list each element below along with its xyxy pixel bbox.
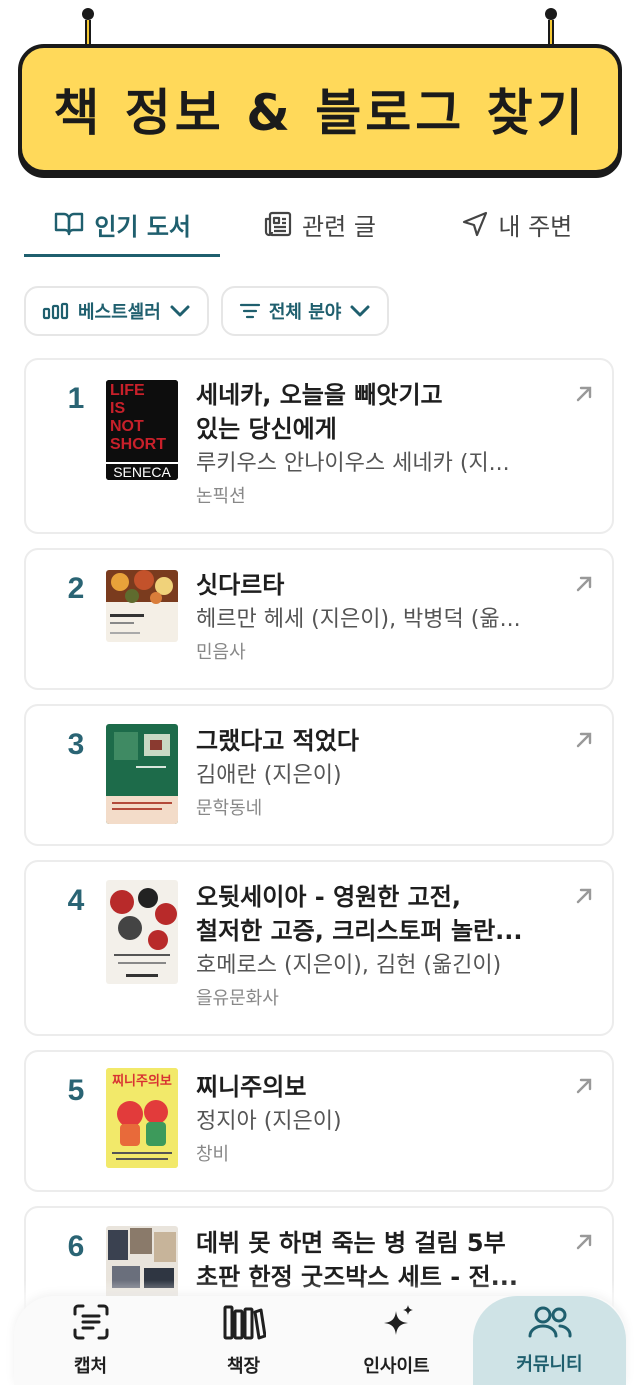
book-author: 호메로스 (지은이), 김헌 (옮긴이) — [196, 953, 502, 978]
cover-text: 찌니주의보 — [112, 1074, 172, 1089]
arrow-up-right-icon[interactable] — [574, 1076, 594, 1100]
book-rank: 1 — [67, 382, 85, 415]
cover-text: IS — [110, 400, 126, 417]
book-title: 오뒷세이아 - 영원한 고전, 철저한 고증, 크리스토퍼 놀란... — [196, 883, 523, 945]
bottom-nav: 캡처 책장 인사이트 커뮤니티 — [14, 1296, 626, 1385]
book-cover — [106, 570, 178, 642]
book-card[interactable]: 1 LIFE IS NOT SHORT SENECA 세네카, 오늘을 빼앗기고… — [24, 358, 614, 534]
nav-label: 커뮤니티 — [516, 1354, 583, 1375]
book-list: 1 LIFE IS NOT SHORT SENECA 세네카, 오늘을 빼앗기고… — [24, 358, 614, 1370]
header-sign: 책 정보 & 블로그 찾기 — [18, 8, 622, 176]
chevron-down-icon — [169, 304, 191, 318]
arrow-up-right-icon[interactable] — [574, 886, 594, 910]
book-rank: 6 — [67, 1230, 85, 1263]
book-open-icon — [54, 211, 84, 237]
book-cover — [106, 724, 178, 824]
category-label: 전체 분야 — [268, 302, 342, 323]
nav-bookshelf[interactable]: 책장 — [167, 1296, 320, 1385]
cover-text: SHORT — [110, 436, 166, 453]
nav-capture[interactable]: 캡처 — [14, 1296, 167, 1385]
book-title: 세네카, 오늘을 빼앗기고 있는 당신에게 — [196, 381, 443, 443]
book-author: 김애란 (지은이) — [196, 763, 342, 788]
users-icon — [528, 1305, 572, 1344]
nav-insight[interactable]: 인사이트 — [320, 1296, 473, 1385]
arrow-up-right-icon[interactable] — [574, 1232, 594, 1256]
sort-label: 베스트셀러 — [78, 302, 161, 323]
bar-chart-icon — [42, 302, 70, 320]
nav-label: 캡처 — [73, 1356, 108, 1377]
book-cover: 찌니주의보 — [106, 1068, 178, 1168]
tab-related-posts[interactable]: 관련 글 — [221, 190, 418, 258]
book-card[interactable]: 5 찌니주의보 찌니주의보 정지아 (지은이) 창비 — [24, 1050, 614, 1192]
book-publisher: 창비 — [196, 1144, 230, 1165]
category-dropdown[interactable]: 전체 분야 — [220, 286, 390, 336]
navigation-icon — [462, 211, 488, 237]
filter-icon — [239, 302, 261, 320]
active-tab-indicator — [24, 254, 220, 257]
arrow-up-right-icon[interactable] — [574, 574, 594, 598]
bookshelf-icon — [222, 1303, 266, 1346]
cover-text: SENECA — [106, 462, 178, 480]
page-title: 책 정보 & 블로그 찾기 — [53, 84, 587, 142]
tab-bar: 인기 도서 관련 글 내 주변 — [24, 190, 616, 258]
title-banner: 책 정보 & 블로그 찾기 — [18, 44, 622, 174]
arrow-up-right-icon[interactable] — [574, 730, 594, 754]
book-cover: LIFE IS NOT SHORT SENECA — [106, 380, 178, 480]
book-rank: 3 — [67, 728, 85, 761]
nav-community[interactable]: 커뮤니티 — [473, 1296, 626, 1385]
book-author: 헤르만 헤세 (지은이), 박병덕 (옮... — [196, 607, 521, 632]
cover-text: LIFE — [110, 382, 145, 399]
cover-text: NOT — [110, 418, 144, 435]
book-title: 싯다르타 — [196, 571, 285, 599]
book-card[interactable]: 4 오뒷세이아 - 영원한 고전, 철저한 고증, 크리스토퍼 놀란... 호메… — [24, 860, 614, 1036]
tab-label: 인기 도서 — [94, 212, 191, 241]
book-publisher: 문학동네 — [196, 798, 263, 819]
book-author: 정지아 (지은이) — [196, 1109, 342, 1134]
sort-dropdown[interactable]: 베스트셀러 — [24, 286, 209, 336]
book-title: 그랬다고 적었다 — [196, 727, 359, 755]
newspaper-icon — [264, 211, 292, 237]
tab-popular-books[interactable]: 인기 도서 — [24, 190, 221, 258]
book-card[interactable]: 3 그랬다고 적었다 김애란 (지은이) 문학동네 — [24, 704, 614, 846]
book-publisher: 을유문화사 — [196, 988, 279, 1009]
nav-label: 인사이트 — [363, 1356, 430, 1377]
book-author: 루키우스 안나이우스 세네카 (지... — [196, 451, 510, 476]
tab-label: 관련 글 — [302, 212, 376, 241]
book-publisher: 민음사 — [196, 642, 246, 663]
arrow-up-right-icon[interactable] — [574, 384, 594, 408]
scan-text-icon — [72, 1303, 110, 1346]
sparkles-icon — [378, 1303, 416, 1346]
book-publisher: 논픽션 — [196, 486, 246, 507]
chevron-down-icon — [349, 304, 371, 318]
filter-bar: 베스트셀러 전체 분야 — [24, 286, 390, 336]
nav-label: 책장 — [226, 1356, 261, 1377]
book-cover — [106, 880, 178, 984]
book-rank: 4 — [67, 884, 85, 917]
book-rank: 5 — [67, 1074, 85, 1107]
book-title: 찌니주의보 — [196, 1073, 307, 1101]
book-card[interactable]: 2 싯다르타 헤르만 헤세 (지은이), 박병덕 (옮... 민음사 — [24, 548, 614, 690]
tab-label: 내 주변 — [498, 212, 573, 241]
book-rank: 2 — [67, 572, 85, 605]
tab-nearby[interactable]: 내 주변 — [419, 190, 616, 258]
